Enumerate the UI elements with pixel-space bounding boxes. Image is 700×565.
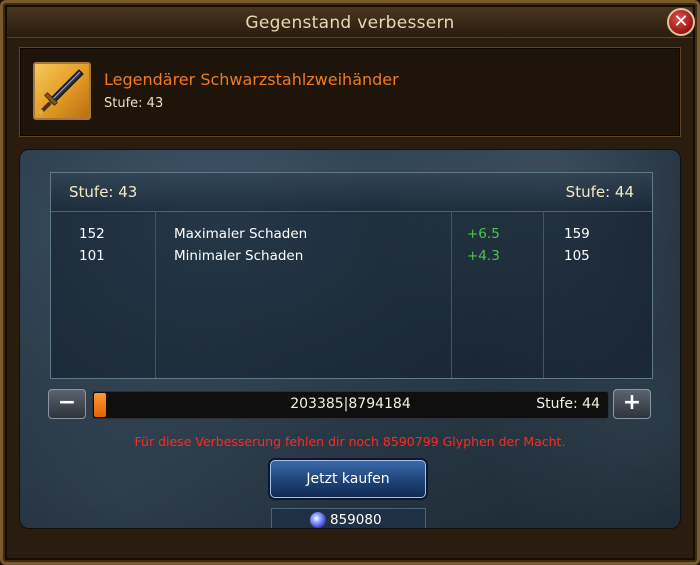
title-bar: Gegenstand verbessern (7, 7, 693, 38)
glyph-balance: 859080 (271, 508, 426, 528)
current-level-label: Stufe: 43 (69, 183, 138, 201)
item-level: Stufe: 43 (104, 96, 164, 111)
two-handed-sword-icon (33, 62, 91, 120)
target-level: Stufe: 44 (536, 396, 600, 412)
glyph-orb-icon (310, 512, 326, 528)
minus-icon: − (57, 390, 77, 415)
glyph-count: 859080 (330, 512, 382, 528)
item-panel: Legendärer Schwarzstahlzweihänder Stufe:… (19, 47, 681, 137)
table-row: 152 Maximaler Schaden +6.5 159 (51, 226, 652, 246)
item-name: Legendärer Schwarzstahlzweihänder (104, 70, 399, 89)
upgrade-progress-slider[interactable]: 203385|8794184 Stufe: 44 (92, 391, 609, 419)
progress-text: 203385|8794184 (290, 396, 411, 412)
next-value: 105 (564, 248, 590, 264)
current-value: 152 (79, 226, 105, 242)
stat-name: Maximaler Schaden (174, 226, 308, 242)
dialog-title: Gegenstand verbessern (245, 13, 455, 33)
increase-level-button[interactable]: + (613, 389, 651, 419)
close-button[interactable]: ✕ (667, 8, 695, 36)
stat-name: Minimaler Schaden (174, 248, 304, 264)
current-value: 101 (79, 248, 105, 264)
buy-now-button[interactable]: Jetzt kaufen (270, 460, 426, 498)
stat-comparison-table: Stufe: 43 Stufe: 44 152 Maximaler Schade… (50, 172, 653, 379)
table-row: 101 Minimaler Schaden +4.3 105 (51, 248, 652, 268)
stat-delta: +6.5 (467, 226, 500, 242)
close-icon: ✕ (673, 11, 689, 32)
decrease-level-button[interactable]: − (48, 389, 86, 419)
next-value: 159 (564, 226, 590, 242)
upgrade-panel: Stufe: 43 Stufe: 44 152 Maximaler Schade… (19, 149, 681, 529)
comparison-header: Stufe: 43 Stufe: 44 (51, 173, 652, 212)
upgrade-dialog: Gegenstand verbessern ✕ Legendärer Schwa… (0, 0, 700, 565)
next-level-label: Stufe: 44 (565, 183, 634, 201)
missing-glyphs-warning: Für diese Verbesserung fehlen dir noch 8… (134, 434, 566, 449)
stat-delta: +4.3 (467, 248, 500, 264)
plus-icon: + (622, 390, 642, 415)
